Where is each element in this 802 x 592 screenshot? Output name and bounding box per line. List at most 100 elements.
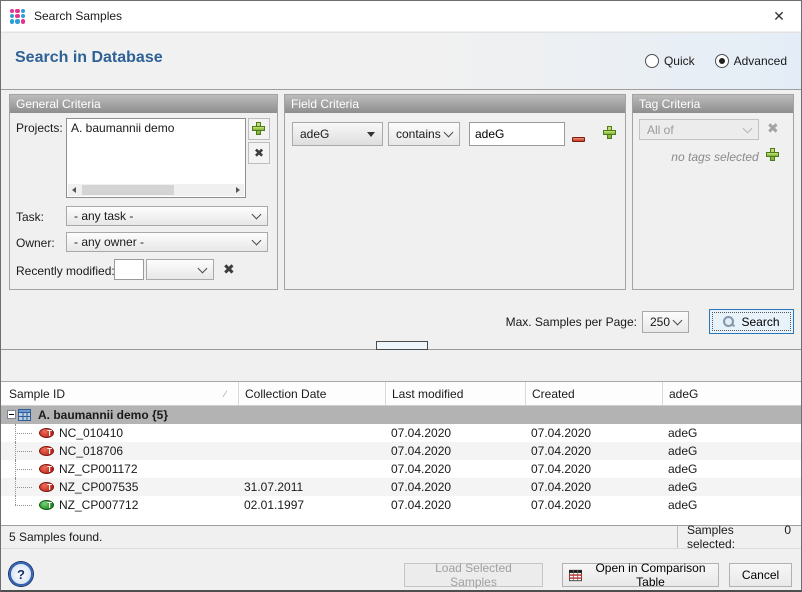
minus-icon	[572, 137, 585, 142]
projects-label: Projects:	[16, 121, 63, 135]
search-button[interactable]: Search	[709, 309, 794, 334]
status-bar: 5 Samples found. Samples selected: 0	[1, 525, 801, 548]
clear-recently-modified-button[interactable]: ✖	[223, 261, 235, 278]
cancel-button[interactable]: Cancel	[729, 563, 792, 587]
column-header-adeG[interactable]: adeG	[663, 382, 801, 405]
search-button-label: Search	[741, 315, 779, 329]
sample-id: NC_018706	[59, 444, 123, 458]
open-in-comparison-table-button[interactable]: Open in Comparison Table	[562, 563, 719, 587]
help-button[interactable]: ?	[9, 562, 33, 586]
field-name-select[interactable]: adeG	[292, 122, 383, 146]
recently-modified-input[interactable]	[114, 259, 144, 280]
task-value: - any task -	[74, 209, 133, 223]
max-samples-label: Max. Samples per Page:	[499, 315, 637, 329]
cancel-button-label: Cancel	[742, 568, 779, 582]
adeG-cell: adeG	[663, 496, 801, 514]
project-icon	[17, 408, 32, 422]
results-toolbar	[1, 350, 801, 380]
last-modified-cell: 07.04.2020	[386, 478, 526, 496]
close-icon[interactable]: ✕	[757, 1, 801, 31]
project-item-selected[interactable]: A. baumannii demo	[67, 119, 245, 137]
radio-advanced-circle	[715, 54, 729, 68]
scroll-track[interactable]	[80, 184, 232, 196]
field-query-input[interactable]	[469, 122, 565, 146]
sample-status-icon	[39, 500, 54, 510]
column-header-sample-id[interactable]: Sample ID∕	[1, 382, 239, 405]
dialog-header: Search in Database Quick Advanced	[1, 32, 801, 90]
plus-icon	[766, 148, 780, 162]
app-logo-icon	[10, 9, 25, 24]
column-label: adeG	[669, 387, 698, 401]
adeG-cell: adeG	[663, 442, 801, 460]
load-button-label: Load Selected Samples	[411, 561, 536, 589]
footer-bar: ? Load Selected Samples Open in Comparis…	[1, 548, 801, 590]
remove-field-criterion-button[interactable]	[572, 131, 585, 145]
projects-hscrollbar[interactable]	[68, 184, 244, 196]
tag-criteria-panel: Tag Criteria All of ✖ no tags selected	[632, 94, 794, 290]
sample-status-icon	[39, 428, 54, 438]
column-header-collection-date[interactable]: Collection Date	[239, 382, 386, 405]
chevron-down-icon	[743, 123, 753, 133]
radio-quick[interactable]: Quick	[645, 54, 695, 68]
task-select[interactable]: - any task -	[66, 206, 268, 226]
recently-modified-unit-select[interactable]	[146, 259, 214, 280]
table-row[interactable]: NZ_CP001172 07.04.2020 07.04.2020 adeG	[1, 460, 801, 478]
help-icon: ?	[17, 567, 25, 582]
table-row[interactable]: NZ_CP007535 31.07.2011 07.04.2020 07.04.…	[1, 478, 801, 496]
table-row[interactable]: NC_018706 07.04.2020 07.04.2020 adeG	[1, 442, 801, 460]
general-criteria-panel: General Criteria Projects: A. baumannii …	[9, 94, 278, 290]
collection-date-cell	[239, 442, 386, 460]
splitter-grip[interactable]	[376, 341, 428, 350]
table-row[interactable]: NC_010410 07.04.2020 07.04.2020 adeG	[1, 424, 801, 442]
remove-tag-button: ✖	[767, 120, 779, 137]
load-selected-samples-button: Load Selected Samples	[404, 563, 543, 587]
no-tags-text: no tags selected	[671, 150, 759, 165]
dropdown-triangle-icon	[367, 132, 375, 137]
created-cell: 07.04.2020	[526, 496, 663, 514]
chevron-down-icon	[673, 316, 683, 326]
max-samples-select[interactable]: 250	[642, 311, 689, 333]
scroll-thumb[interactable]	[82, 185, 174, 195]
table-row[interactable]: NZ_CP007712 02.01.1997 07.04.2020 07.04.…	[1, 496, 801, 514]
remove-project-button[interactable]: ✖	[248, 142, 270, 164]
column-header-created[interactable]: Created	[526, 382, 663, 405]
window-title: Search Samples	[34, 9, 122, 23]
scroll-left-icon[interactable]	[68, 184, 80, 196]
projects-list[interactable]: A. baumannii demo	[66, 118, 246, 198]
field-operator-select[interactable]: contains	[388, 122, 460, 146]
sample-id: NZ_CP001172	[59, 462, 138, 476]
scroll-right-icon[interactable]	[232, 184, 244, 196]
chevron-down-icon	[444, 128, 454, 138]
group-row[interactable]: A. baumannii demo {5}	[1, 406, 801, 424]
sample-id: NZ_CP007712	[59, 498, 138, 512]
sample-status-icon	[39, 464, 54, 474]
title-bar[interactable]: Search Samples ✕	[1, 1, 801, 31]
owner-select[interactable]: - any owner -	[66, 232, 268, 252]
sample-status-icon	[39, 482, 54, 492]
field-criteria-panel: Field Criteria adeG contains	[284, 94, 626, 290]
adeG-cell: adeG	[663, 460, 801, 478]
add-project-button[interactable]	[248, 118, 270, 140]
max-samples-value: 250	[650, 315, 670, 329]
radio-advanced-label: Advanced	[734, 54, 787, 68]
add-field-criterion-button[interactable]	[603, 126, 617, 143]
plus-icon	[252, 122, 266, 136]
sample-status-icon	[39, 446, 54, 456]
column-header-last-modified[interactable]: Last modified	[386, 382, 526, 405]
created-cell: 07.04.2020	[526, 424, 663, 442]
field-operator-value: contains	[396, 127, 441, 141]
page-title: Search in Database	[15, 49, 163, 67]
collapse-group-icon[interactable]	[7, 410, 16, 419]
sample-id: NZ_CP007535	[59, 480, 138, 494]
tree-line	[1, 442, 39, 460]
column-label: Collection Date	[245, 387, 326, 401]
owner-label: Owner:	[16, 236, 55, 250]
adeG-cell: adeG	[663, 478, 801, 496]
last-modified-cell: 07.04.2020	[386, 442, 526, 460]
field-name-value: adeG	[300, 127, 329, 141]
collection-date-cell	[239, 424, 386, 442]
radio-advanced[interactable]: Advanced	[715, 54, 787, 68]
collection-date-cell	[239, 460, 386, 478]
created-cell: 07.04.2020	[526, 478, 663, 496]
add-tag-button[interactable]	[766, 148, 780, 165]
